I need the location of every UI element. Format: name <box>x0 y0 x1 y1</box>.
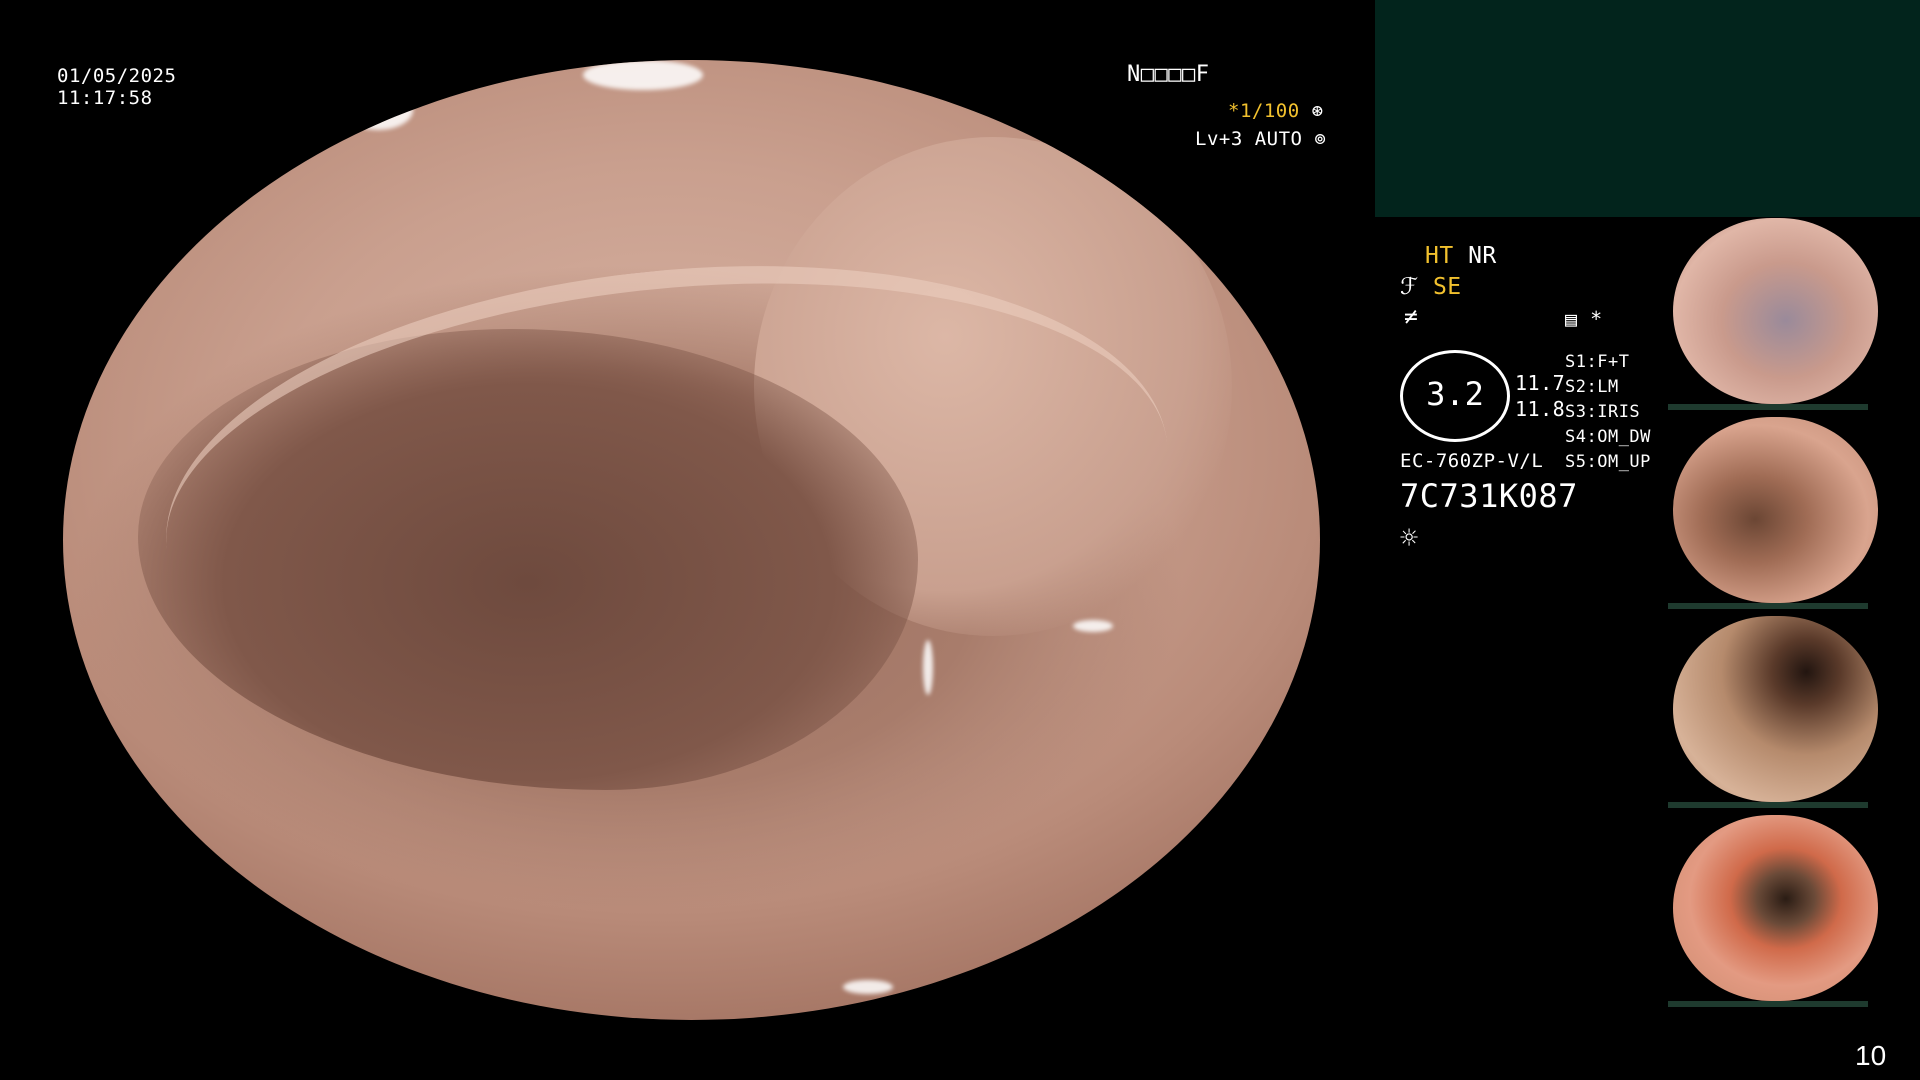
info-box <box>1375 0 1920 217</box>
shortcut-item: S3:IRIS <box>1565 402 1641 422</box>
structure-icon: ℱ <box>1400 274 1419 300</box>
level-text: Lv+3 AUTO <box>1195 128 1303 150</box>
se-row: ℱ SE <box>1400 274 1462 300</box>
glare <box>923 640 933 695</box>
meter-value: 3.2 <box>1426 375 1484 413</box>
patient-id: N□□□□F <box>1127 62 1210 87</box>
color-icon: ≠ <box>1404 304 1419 330</box>
glare <box>1073 620 1113 632</box>
meter-side-bottom: 11.8 <box>1515 397 1566 421</box>
thumb-strip <box>1668 1001 1868 1007</box>
record-row: ▤ * <box>1565 308 1603 330</box>
light-icon: ☼ <box>1400 521 1419 556</box>
level-row: Lv+3 AUTO ⊚ <box>1195 128 1326 150</box>
shutter-text: *1/100 <box>1228 100 1300 122</box>
thumbnail-1[interactable] <box>1673 218 1878 404</box>
asterisk-text: * <box>1590 307 1603 331</box>
nr-label: NR <box>1468 243 1497 269</box>
thumbnail-2[interactable] <box>1673 417 1878 603</box>
thumb-strip <box>1668 404 1868 410</box>
thumbnail-4[interactable] <box>1673 815 1878 1001</box>
shortcut-list: S1:F+T S2:LM S3:IRIS S4:OM_DW S5:OM_UP <box>1565 350 1651 475</box>
meter-side-top: 11.7 <box>1515 371 1566 395</box>
scope-serial: 7C731K087 <box>1400 477 1578 515</box>
glare <box>343 90 413 130</box>
ht-nr-row: HT NR <box>1425 243 1497 269</box>
thumb-strip <box>1668 802 1868 808</box>
shutter-row: *1/100 ⊛ <box>1228 100 1324 122</box>
shortcut-item: S1:F+T <box>1565 352 1630 372</box>
se-label: SE <box>1432 274 1462 300</box>
time-text: 11:17:58 <box>57 87 153 109</box>
shortcut-item: S2:LM <box>1565 377 1619 397</box>
ht-label: HT <box>1425 243 1454 269</box>
auto-icon: ⊚ <box>1314 128 1327 150</box>
date-text: 01/05/2025 <box>57 65 177 87</box>
page-number: 10 <box>1855 1040 1887 1071</box>
glare <box>843 980 893 994</box>
thumb-strip <box>1668 603 1868 609</box>
shortcut-item: S5:OM_UP <box>1565 452 1651 472</box>
endoscope-main-view <box>63 60 1320 1020</box>
record-icon: ▤ <box>1565 307 1578 331</box>
scope-model: EC-760ZP-V/L <box>1400 450 1544 472</box>
datetime-block: 01/05/2025 11:17:58 <box>57 65 176 109</box>
meter-gauge: 3.2 <box>1400 350 1510 442</box>
glare <box>583 60 703 90</box>
shutter-icon: ⊛ <box>1311 100 1324 122</box>
shortcut-item: S4:OM_DW <box>1565 427 1651 447</box>
glare <box>273 930 295 948</box>
thumbnail-3[interactable] <box>1673 616 1878 802</box>
